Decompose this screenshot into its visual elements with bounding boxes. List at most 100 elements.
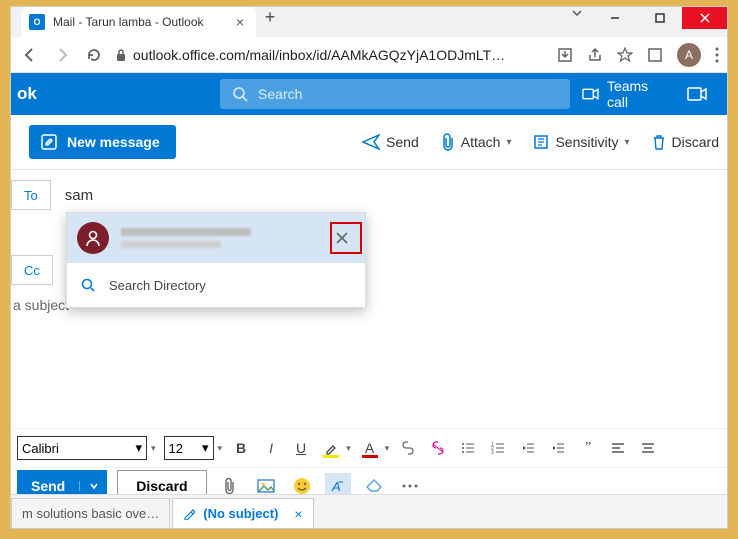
- font-size-selector[interactable]: 12 ▾: [164, 436, 214, 460]
- format-toolbar: Calibri ▾ ▾ 12 ▾ ▾ B I U ▾ A ▾ 123: [13, 428, 727, 468]
- numbering-button[interactable]: 123: [487, 436, 509, 460]
- teams-call-label: Teams call: [607, 78, 669, 110]
- maximize-button[interactable]: [637, 7, 682, 29]
- chevron-down-icon[interactable]: ▾: [218, 443, 223, 454]
- chevron-down-icon[interactable]: ▾: [346, 443, 351, 454]
- person-avatar-icon: [77, 222, 109, 254]
- suggestion-item[interactable]: [67, 213, 365, 263]
- quote-button[interactable]: ”: [577, 436, 599, 460]
- new-tab-button[interactable]: +: [256, 7, 284, 28]
- close-draft-tab-icon[interactable]: ×: [294, 506, 302, 522]
- send-command[interactable]: Send: [362, 134, 419, 150]
- meet-now-icon[interactable]: [687, 86, 707, 102]
- remove-suggestion-button[interactable]: [329, 225, 355, 251]
- reload-button[interactable]: [83, 47, 105, 63]
- compose-icon: [41, 134, 57, 150]
- forward-button: [51, 47, 73, 63]
- font-size: 12: [169, 441, 183, 456]
- search-icon: [232, 86, 248, 102]
- browser-url-bar: outlook.office.com/mail/inbox/id/AAMkAGQ…: [11, 37, 727, 73]
- font-name: Calibri: [22, 441, 59, 456]
- italic-button[interactable]: I: [260, 436, 282, 460]
- to-button[interactable]: To: [11, 180, 51, 210]
- search-placeholder: Search: [258, 86, 302, 102]
- bullets-button[interactable]: [457, 436, 479, 460]
- font-color-button[interactable]: A: [359, 436, 381, 460]
- profile-avatar[interactable]: A: [677, 43, 701, 67]
- browser-tab[interactable]: O Mail - Tarun lamba - Outlook ×: [21, 7, 256, 37]
- suggestion-name-blur: [121, 228, 251, 236]
- attach-command[interactable]: Attach ▾: [441, 133, 512, 151]
- new-message-label: New message: [67, 134, 160, 150]
- address-box[interactable]: outlook.office.com/mail/inbox/id/AAMkAGQ…: [115, 47, 547, 63]
- app-brand: ok: [11, 84, 88, 104]
- chevron-down-icon: ▾: [202, 440, 209, 456]
- bold-button[interactable]: B: [230, 436, 252, 460]
- sensitivity-command[interactable]: Sensitivity ▾: [533, 134, 629, 150]
- outlook-favicon-icon: O: [29, 14, 45, 30]
- font-selector[interactable]: Calibri ▾: [17, 436, 147, 460]
- install-app-icon[interactable]: [557, 47, 573, 63]
- outlook-header: ok Search Teams call: [11, 73, 727, 115]
- link-button[interactable]: [397, 436, 419, 460]
- chevron-down-icon: ▾: [625, 137, 630, 148]
- unlink-button[interactable]: [427, 436, 449, 460]
- teams-call-button[interactable]: Teams call: [582, 78, 669, 110]
- draft-tab-previous[interactable]: m solutions basic ove…: [11, 498, 170, 528]
- url-text: outlook.office.com/mail/inbox/id/AAMkAGQ…: [133, 47, 505, 63]
- to-input[interactable]: [63, 187, 727, 204]
- draft-tab-label: m solutions basic ove…: [22, 506, 159, 521]
- app-window: O Mail - Tarun lamba - Outlook × +: [10, 6, 728, 529]
- new-message-button[interactable]: New message: [29, 125, 176, 159]
- kebab-menu-icon[interactable]: [715, 47, 719, 63]
- bookmark-star-icon[interactable]: [617, 47, 633, 63]
- underline-button[interactable]: U: [290, 436, 312, 460]
- browser-tab-title: Mail - Tarun lamba - Outlook: [53, 15, 228, 29]
- share-icon[interactable]: [587, 47, 603, 63]
- extensions-icon[interactable]: [647, 47, 663, 63]
- sensitivity-label: Sensitivity: [555, 134, 618, 150]
- send-label: Send: [386, 134, 419, 150]
- svg-text:3: 3: [491, 450, 494, 455]
- align-left-button[interactable]: [607, 436, 629, 460]
- chevron-down-icon: ▾: [135, 440, 142, 456]
- draft-tab-current[interactable]: (No subject) ×: [172, 498, 313, 528]
- search-directory-label: Search Directory: [109, 278, 206, 293]
- highlight-button[interactable]: [320, 436, 342, 460]
- video-icon: [582, 87, 599, 101]
- chevron-down-icon: ▾: [506, 137, 511, 148]
- subject-placeholder[interactable]: a subject: [11, 297, 69, 313]
- paperclip-icon: [441, 133, 455, 151]
- back-button[interactable]: [19, 47, 41, 63]
- send-split-chevron[interactable]: [79, 481, 107, 491]
- search-icon: [81, 278, 95, 292]
- search-box[interactable]: Search: [220, 79, 570, 109]
- discard-command[interactable]: Discard: [652, 134, 719, 150]
- draft-tab-strip: m solutions basic ove… (No subject) ×: [11, 494, 727, 528]
- search-directory-row[interactable]: Search Directory: [67, 263, 365, 307]
- suggestion-info: [121, 228, 317, 248]
- compose-area: To Cc a subject: [11, 170, 727, 313]
- send-button-label: Send: [17, 478, 79, 494]
- tab-close-icon[interactable]: ×: [236, 14, 244, 30]
- svg-text:A: A: [331, 479, 341, 494]
- draft-tab-subject: (No subject): [203, 506, 278, 521]
- people-suggestion-popup: Search Directory: [66, 212, 366, 308]
- attach-label: Attach: [461, 134, 501, 150]
- trash-icon: [652, 134, 666, 150]
- send-icon: [362, 134, 380, 150]
- discard-label: Discard: [672, 134, 719, 150]
- chevron-down-icon[interactable]: ▾: [151, 443, 156, 454]
- chevron-down-icon[interactable]: ▾: [385, 443, 390, 454]
- command-bar: New message Send Attach ▾ Sensitivity ▾: [11, 115, 727, 170]
- minimize-button[interactable]: [592, 7, 637, 29]
- tabs-dropdown-icon[interactable]: [562, 7, 592, 19]
- indent-button[interactable]: [547, 436, 569, 460]
- sensitivity-icon: [533, 134, 549, 150]
- browser-titlebar: O Mail - Tarun lamba - Outlook × +: [11, 7, 727, 37]
- window-close-button[interactable]: [682, 7, 727, 29]
- outdent-button[interactable]: [517, 436, 539, 460]
- cc-button[interactable]: Cc: [11, 255, 53, 285]
- window-controls: [592, 7, 727, 29]
- align-center-button[interactable]: [637, 436, 659, 460]
